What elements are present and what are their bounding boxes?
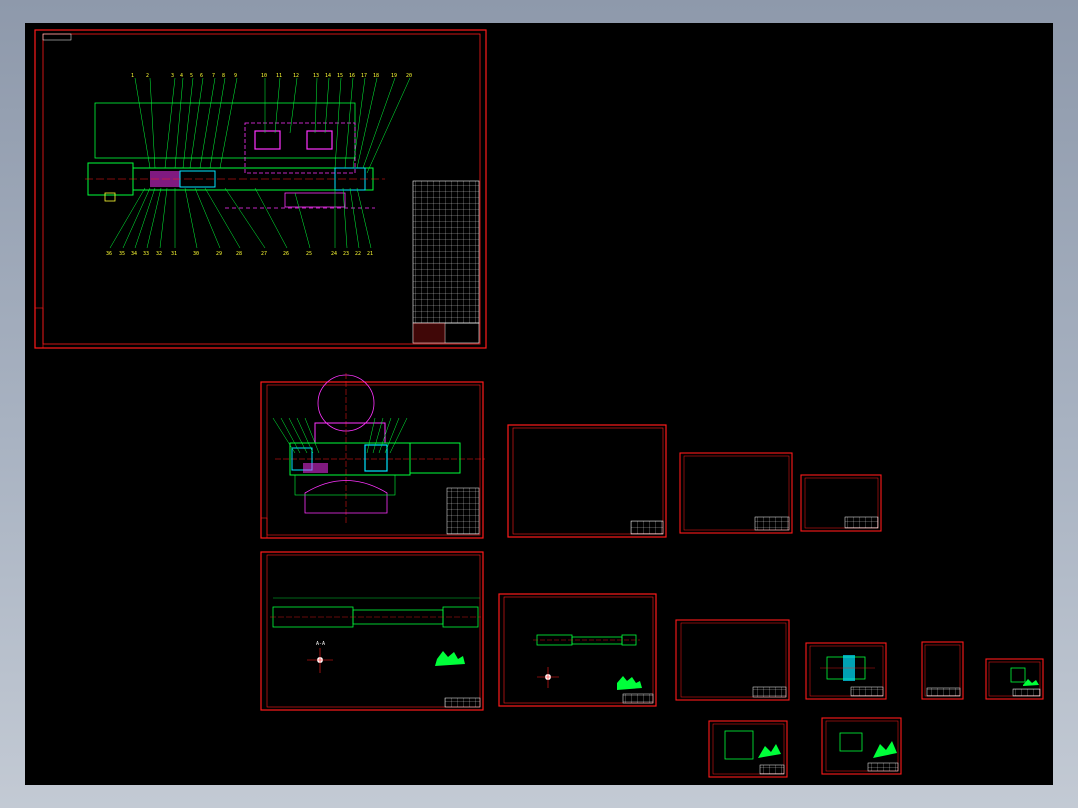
cad-viewport[interactable]: 123 456 789 10 11 12 13 14 15 16 17 18 19 20 [25, 23, 1053, 785]
sheet-shaft-2[interactable] [498, 593, 657, 707]
sheet-shaft[interactable]: A-A [260, 551, 484, 711]
svg-text:35: 35 [119, 251, 125, 257]
svg-text:2: 2 [146, 73, 149, 79]
svg-text:24: 24 [331, 251, 337, 257]
svg-text:27: 27 [261, 251, 267, 257]
sheet-part-4[interactable] [708, 720, 788, 778]
svg-text:30: 30 [193, 251, 199, 257]
svg-text:6: 6 [200, 73, 203, 79]
svg-text:8: 8 [222, 73, 225, 79]
svg-text:31: 31 [171, 251, 177, 257]
svg-text:11: 11 [276, 73, 282, 79]
sheet-part-2[interactable] [921, 641, 964, 700]
svg-text:29: 29 [216, 251, 222, 257]
svg-text:22: 22 [355, 251, 361, 257]
drawing-canvas[interactable]: 123 456 789 10 11 12 13 14 15 16 17 18 19 20 [25, 23, 1053, 785]
svg-text:34: 34 [131, 251, 137, 257]
sheet-blank-2[interactable] [679, 452, 793, 534]
svg-text:14: 14 [325, 73, 331, 79]
svg-text:33: 33 [143, 251, 149, 257]
svg-text:13: 13 [313, 73, 319, 79]
svg-text:32: 32 [156, 251, 162, 257]
sheet-blank-3[interactable] [800, 474, 882, 532]
svg-text:23: 23 [343, 251, 349, 257]
section-label: A-A [316, 641, 325, 647]
svg-text:7: 7 [212, 73, 215, 79]
svg-text:1: 1 [131, 73, 134, 79]
svg-text:28: 28 [236, 251, 242, 257]
svg-text:10: 10 [261, 73, 267, 79]
svg-text:9: 9 [234, 73, 237, 79]
svg-text:4: 4 [180, 73, 183, 79]
sheet-secondary-assembly[interactable] [260, 373, 485, 539]
sheet-blank-4[interactable] [675, 619, 790, 701]
svg-text:12: 12 [293, 73, 299, 79]
svg-text:15: 15 [337, 73, 343, 79]
sheet-main-assembly[interactable]: 123 456 789 10 11 12 13 14 15 16 17 18 19 20 [34, 29, 487, 349]
svg-text:3: 3 [171, 73, 174, 79]
svg-text:26: 26 [283, 251, 289, 257]
svg-text:25: 25 [306, 251, 312, 257]
sheet-blank-1[interactable] [507, 424, 667, 538]
svg-text:20: 20 [406, 73, 412, 79]
svg-text:21: 21 [367, 251, 373, 257]
svg-text:17: 17 [361, 73, 367, 79]
svg-text:5: 5 [190, 73, 193, 79]
svg-text:36: 36 [106, 251, 112, 257]
sheet-part-1[interactable] [805, 642, 887, 700]
svg-text:19: 19 [391, 73, 397, 79]
sheet-part-3[interactable] [985, 658, 1044, 700]
sheet-part-5[interactable] [821, 717, 902, 775]
svg-text:18: 18 [373, 73, 379, 79]
svg-text:16: 16 [349, 73, 355, 79]
